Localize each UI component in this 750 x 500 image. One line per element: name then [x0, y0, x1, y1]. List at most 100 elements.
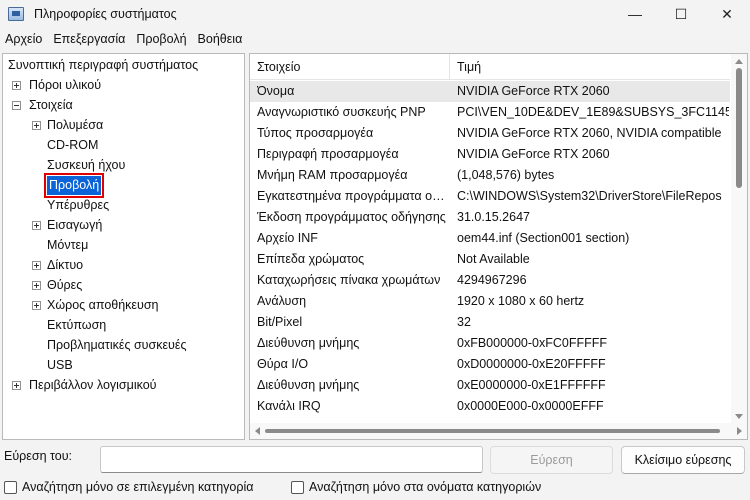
table-row[interactable]: Επίπεδα χρώματος Not Available — [250, 249, 730, 270]
horizontal-scroll-thumb[interactable] — [265, 429, 720, 433]
tree-item-label[interactable]: Υπέρυθρες — [47, 196, 109, 215]
scroll-right-arrow-icon[interactable] — [737, 427, 742, 435]
tree-item-label-selected[interactable]: Προβολή — [43, 173, 105, 198]
cell-value: 32 — [457, 315, 471, 329]
search-selected-category-checkbox[interactable]: Αναζήτηση μόνο σε επιλεγμένη κατηγορία — [4, 480, 253, 494]
table-row[interactable]: Διεύθυνση μνήμης 0xFB000000-0xFC0FFFFF — [250, 333, 730, 354]
tree-item[interactable]: Θύρες — [3, 276, 244, 295]
search-category-names-label: Αναζήτηση μόνο στα ονόματα κατηγοριών — [309, 480, 542, 494]
scroll-left-arrow-icon[interactable] — [255, 427, 260, 435]
tree-item-label[interactable]: USB — [47, 356, 73, 375]
tree-item-label[interactable]: Στοιχεία — [29, 96, 73, 115]
window-title: Πληροφορίες συστήματος — [34, 7, 177, 21]
tree-item-label[interactable]: Συνοπτική περιγραφή συστήματος — [8, 56, 198, 75]
table-row[interactable]: Όνομα NVIDIA GeForce RTX 2060 — [250, 81, 730, 102]
tree-item[interactable]: CD-ROM — [3, 136, 244, 155]
category-tree[interactable]: Συνοπτική περιγραφή συστήματος Πόροι υλικ… — [2, 53, 245, 440]
menu-view[interactable]: Προβολή — [131, 32, 192, 46]
vertical-scroll-thumb[interactable] — [736, 68, 742, 188]
tree-item-label[interactable]: Συσκευή ήχου — [47, 156, 125, 175]
table-row[interactable]: Έκδοση προγράμματος οδήγησης 31.0.15.2647 — [250, 207, 730, 228]
table-row[interactable]: Αρχείο INF oem44.inf (Section001 section) — [250, 228, 730, 249]
cell-item: Τύπος προσαρμογέα — [257, 126, 374, 140]
tree-item-label[interactable]: CD-ROM — [47, 136, 98, 155]
menu-file[interactable]: Αρχείο — [0, 32, 48, 46]
tree-item[interactable]: Συσκευή ήχου — [3, 156, 244, 175]
expand-plus-icon[interactable] — [32, 301, 41, 310]
tree-item-label[interactable]: Εισαγωγή — [47, 216, 102, 235]
checkbox-icon[interactable] — [291, 480, 304, 494]
tree-item-label[interactable]: Προβληματικές συσκευές — [47, 336, 186, 355]
system-information-app-icon — [8, 7, 24, 21]
table-row[interactable]: Μνήμη RAM προσαρμογέα (1,048,576) bytes — [250, 165, 730, 186]
horizontal-scrollbar[interactable] — [250, 423, 747, 439]
scroll-up-arrow-icon[interactable] — [735, 59, 743, 64]
expand-plus-icon[interactable] — [12, 81, 21, 90]
cell-value: 0xFB000000-0xFC0FFFFF — [457, 336, 608, 350]
expand-plus-icon[interactable] — [12, 381, 21, 390]
tree-item-label[interactable]: Δίκτυο — [47, 256, 83, 275]
table-row[interactable]: Εγκατεστημένα προγράμματα οδήγησης C:\WIN… — [250, 186, 730, 207]
cell-item: Αναγνωριστικό συσκευής PNP — [257, 105, 426, 119]
title-bar: Πληροφορίες συστήματος — ☐ ✕ — [0, 0, 750, 28]
tree-item[interactable]: Συνοπτική περιγραφή συστήματος — [3, 56, 244, 75]
minimize-button[interactable]: — — [612, 0, 658, 28]
tree-item[interactable]: Μόντεμ — [3, 236, 244, 255]
tree-item[interactable]: USB — [3, 356, 244, 375]
tree-item[interactable]: Στοιχεία — [3, 96, 244, 115]
expand-plus-icon[interactable] — [32, 281, 41, 290]
menu-edit[interactable]: Επεξεργασία — [48, 32, 131, 46]
cell-item: Έκδοση προγράμματος οδήγησης — [257, 210, 446, 224]
tree-item[interactable]: Πολυμέσα — [3, 116, 244, 135]
table-row[interactable]: Bit/Pixel 32 — [250, 312, 730, 333]
tree-item[interactable]: Εισαγωγή — [3, 216, 244, 235]
table-row[interactable]: Τύπος προσαρμογέα NVIDIA GeForce RTX 2060… — [250, 123, 730, 144]
tree-item[interactable]: Προβληματικές συσκευές — [3, 336, 244, 355]
cell-value: 0xE0000000-0xE1FFFFFF — [457, 378, 606, 392]
tree-item-label[interactable]: Θύρες — [47, 276, 82, 295]
find-input[interactable] — [100, 446, 483, 473]
column-header-value[interactable]: Τιμή — [450, 54, 730, 80]
cell-value: C:\WINDOWS\System32\DriverStore\FileRepo… — [457, 189, 722, 203]
tree-item[interactable]: Εκτύπωση — [3, 316, 244, 335]
expand-plus-icon[interactable] — [32, 221, 41, 230]
tree-item[interactable]: Χώρος αποθήκευση — [3, 296, 244, 315]
search-category-names-checkbox[interactable]: Αναζήτηση μόνο στα ονόματα κατηγοριών — [291, 480, 541, 494]
scroll-down-arrow-icon[interactable] — [735, 414, 743, 419]
tree-item-label[interactable]: Χώρος αποθήκευση — [47, 296, 159, 315]
tree-item[interactable]: Περιβάλλον λογισμικού — [3, 376, 244, 395]
tree-item[interactable]: Πόροι υλικού — [3, 76, 244, 95]
cell-item: Καταχωρήσεις πίνακα χρωμάτων — [257, 273, 441, 287]
checkbox-icon[interactable] — [4, 480, 17, 494]
table-row[interactable]: Διεύθυνση μνήμης 0xE0000000-0xE1FFFFFF — [250, 375, 730, 396]
menu-help[interactable]: Βοήθεια — [193, 32, 249, 46]
close-find-button[interactable]: Κλείσιμο εύρεσης — [621, 446, 745, 474]
cell-item: Διεύθυνση μνήμης — [257, 336, 360, 350]
cell-value: 1920 x 1080 x 60 hertz — [457, 294, 585, 308]
tree-item[interactable]: Δίκτυο — [3, 256, 244, 275]
tree-item-label[interactable]: Περιβάλλον λογισμικού — [29, 376, 157, 395]
collapse-minus-icon[interactable] — [12, 101, 21, 110]
table-row[interactable]: Περιγραφή προσαρμογέα NVIDIA GeForce RTX … — [250, 144, 730, 165]
tree-item-label[interactable]: Εκτύπωση — [47, 316, 106, 335]
maximize-button[interactable]: ☐ — [658, 0, 704, 28]
find-button[interactable]: Εύρεση — [490, 446, 613, 474]
table-row[interactable]: Αναγνωριστικό συσκευής PNP PCI\VEN_10DE&D… — [250, 102, 730, 123]
close-button[interactable]: ✕ — [704, 0, 750, 28]
find-label: Εύρεση του: — [4, 449, 73, 463]
expand-plus-icon[interactable] — [32, 261, 41, 270]
cell-item: Bit/Pixel — [257, 315, 303, 329]
table-row[interactable]: Κανάλι IRQ 0x0000E000-0x0000EFFF — [250, 396, 730, 417]
tree-item-label[interactable]: Πόροι υλικού — [29, 76, 101, 95]
tree-item-label[interactable]: Πολυμέσα — [47, 116, 103, 135]
table-row[interactable]: Καταχωρήσεις πίνακα χρωμάτων 4294967296 — [250, 270, 730, 291]
tree-item[interactable]: Προβολή — [3, 173, 244, 198]
tree-item[interactable]: Υπέρυθρες — [3, 196, 244, 215]
expand-plus-icon[interactable] — [32, 121, 41, 130]
table-row[interactable]: Θύρα I/O 0xD0000000-0xE20FFFFF — [250, 354, 730, 375]
table-row[interactable]: Ανάλυση 1920 x 1080 x 60 hertz — [250, 291, 730, 312]
tree-item-label[interactable]: Μόντεμ — [47, 236, 88, 255]
column-header-item[interactable]: Στοιχείο — [250, 54, 450, 80]
vertical-scrollbar[interactable] — [731, 54, 747, 424]
cell-item: Θύρα I/O — [257, 357, 309, 371]
